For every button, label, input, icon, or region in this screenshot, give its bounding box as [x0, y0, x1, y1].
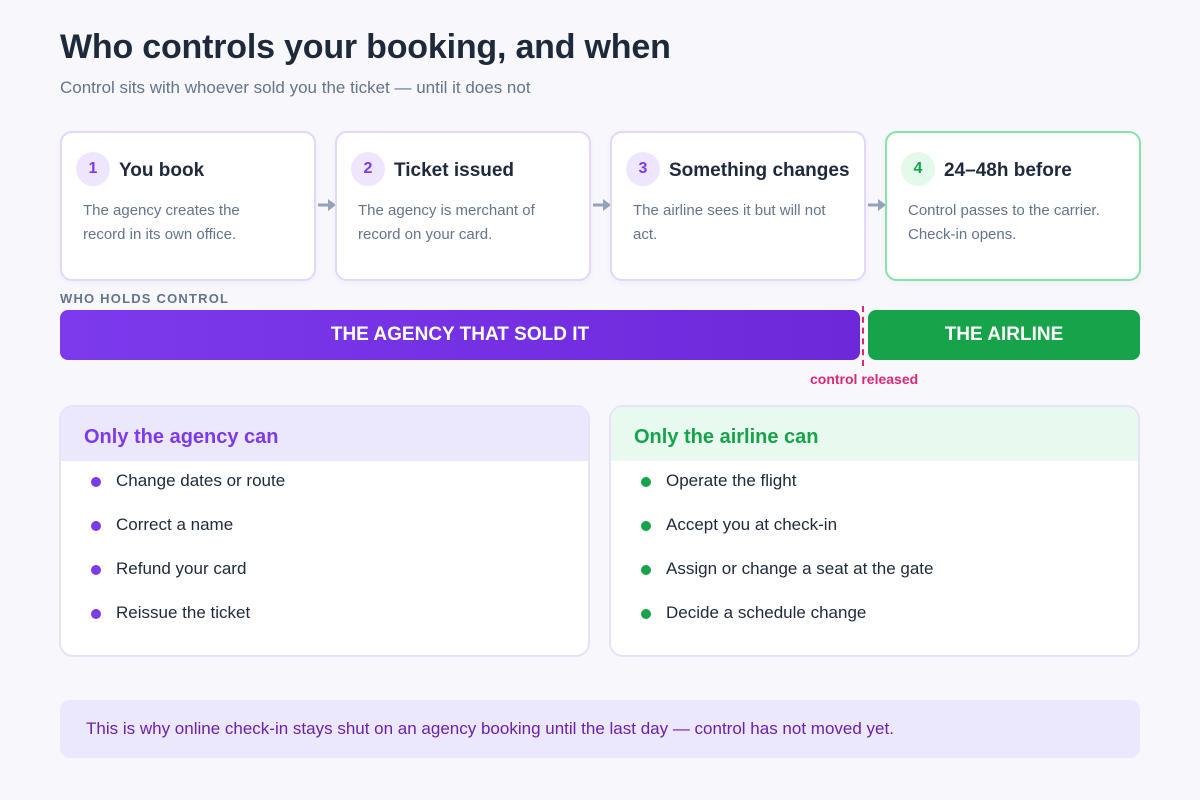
- list-item: Correct a name: [61, 515, 588, 559]
- list-item-label: Accept you at check-in: [666, 515, 838, 534]
- arrow-right-icon: [593, 199, 611, 211]
- list-item-label: Reissue the ticket: [116, 603, 251, 622]
- step-description: Control passes to the carrier. Check-in …: [908, 202, 1100, 243]
- control-section-label: WHO HOLDS CONTROL: [60, 291, 230, 306]
- arrow-right-icon: [318, 199, 336, 211]
- list-item: Operate the flight: [611, 471, 1138, 515]
- list-item-label: Refund your card: [116, 559, 247, 578]
- step-number: 2: [351, 152, 385, 186]
- bullet-dot-icon: [91, 609, 101, 619]
- step-card-1: 1 You book The agency creates the record…: [60, 131, 316, 281]
- list-item-label: Assign or change a seat at the gate: [666, 559, 934, 578]
- step-description: The airline sees it but will not act.: [633, 202, 826, 243]
- step-title: Something changes: [669, 160, 850, 181]
- agency-control-bar: THE AGENCY THAT SOLD IT: [60, 310, 860, 360]
- agency-abilities-list: Change dates or route Correct a name Ref…: [61, 461, 588, 647]
- step-title: 24–48h before: [944, 160, 1072, 181]
- step-title: You book: [119, 160, 205, 181]
- control-release-label: control released: [810, 371, 919, 387]
- list-item-label: Operate the flight: [666, 471, 797, 490]
- airline-abilities-panel: Only the airline can Operate the flight …: [609, 405, 1140, 657]
- list-item-label: Correct a name: [116, 515, 234, 534]
- arrow-right-icon: [868, 199, 886, 211]
- page-subtitle: Control sits with whoever sold you the t…: [60, 78, 531, 97]
- bullet-dot-icon: [91, 565, 101, 575]
- step-description: The agency creates the record in its own…: [83, 202, 240, 243]
- step-number: 1: [76, 152, 110, 186]
- control-release-marker: [862, 306, 864, 366]
- step-number: 4: [901, 152, 935, 186]
- step-description: The agency is merchant of record on your…: [358, 202, 535, 243]
- airline-abilities-list: Operate the flight Accept you at check-i…: [611, 461, 1138, 647]
- bullet-dot-icon: [641, 609, 651, 619]
- page-title: Who controls your booking, and when: [60, 28, 671, 66]
- list-item: Decide a schedule change: [611, 603, 1138, 647]
- bullet-dot-icon: [641, 521, 651, 531]
- panel-title: Only the agency can: [61, 407, 588, 461]
- bullet-dot-icon: [91, 477, 101, 487]
- step-card-4: 4 24–48h before Control passes to the ca…: [885, 131, 1141, 281]
- airline-control-bar: THE AIRLINE: [868, 310, 1140, 360]
- list-item-label: Change dates or route: [116, 471, 286, 490]
- panel-title: Only the airline can: [611, 407, 1138, 461]
- bullet-dot-icon: [641, 565, 651, 575]
- list-item: Refund your card: [61, 559, 588, 603]
- bullet-dot-icon: [641, 477, 651, 487]
- list-item: Reissue the ticket: [61, 603, 588, 647]
- list-item: Accept you at check-in: [611, 515, 1138, 559]
- list-item: Change dates or route: [61, 471, 588, 515]
- list-item: Assign or change a seat at the gate: [611, 559, 1138, 603]
- explanation-note: This is why online check-in stays shut o…: [60, 700, 1140, 758]
- step-number: 3: [626, 152, 660, 186]
- bullet-dot-icon: [91, 521, 101, 531]
- list-item-label: Decide a schedule change: [666, 603, 867, 622]
- agency-abilities-panel: Only the agency can Change dates or rout…: [59, 405, 590, 657]
- step-card-3: 3 Something changes The airline sees it …: [610, 131, 866, 281]
- step-card-2: 2 Ticket issued The agency is merchant o…: [335, 131, 591, 281]
- step-title: Ticket issued: [394, 160, 515, 181]
